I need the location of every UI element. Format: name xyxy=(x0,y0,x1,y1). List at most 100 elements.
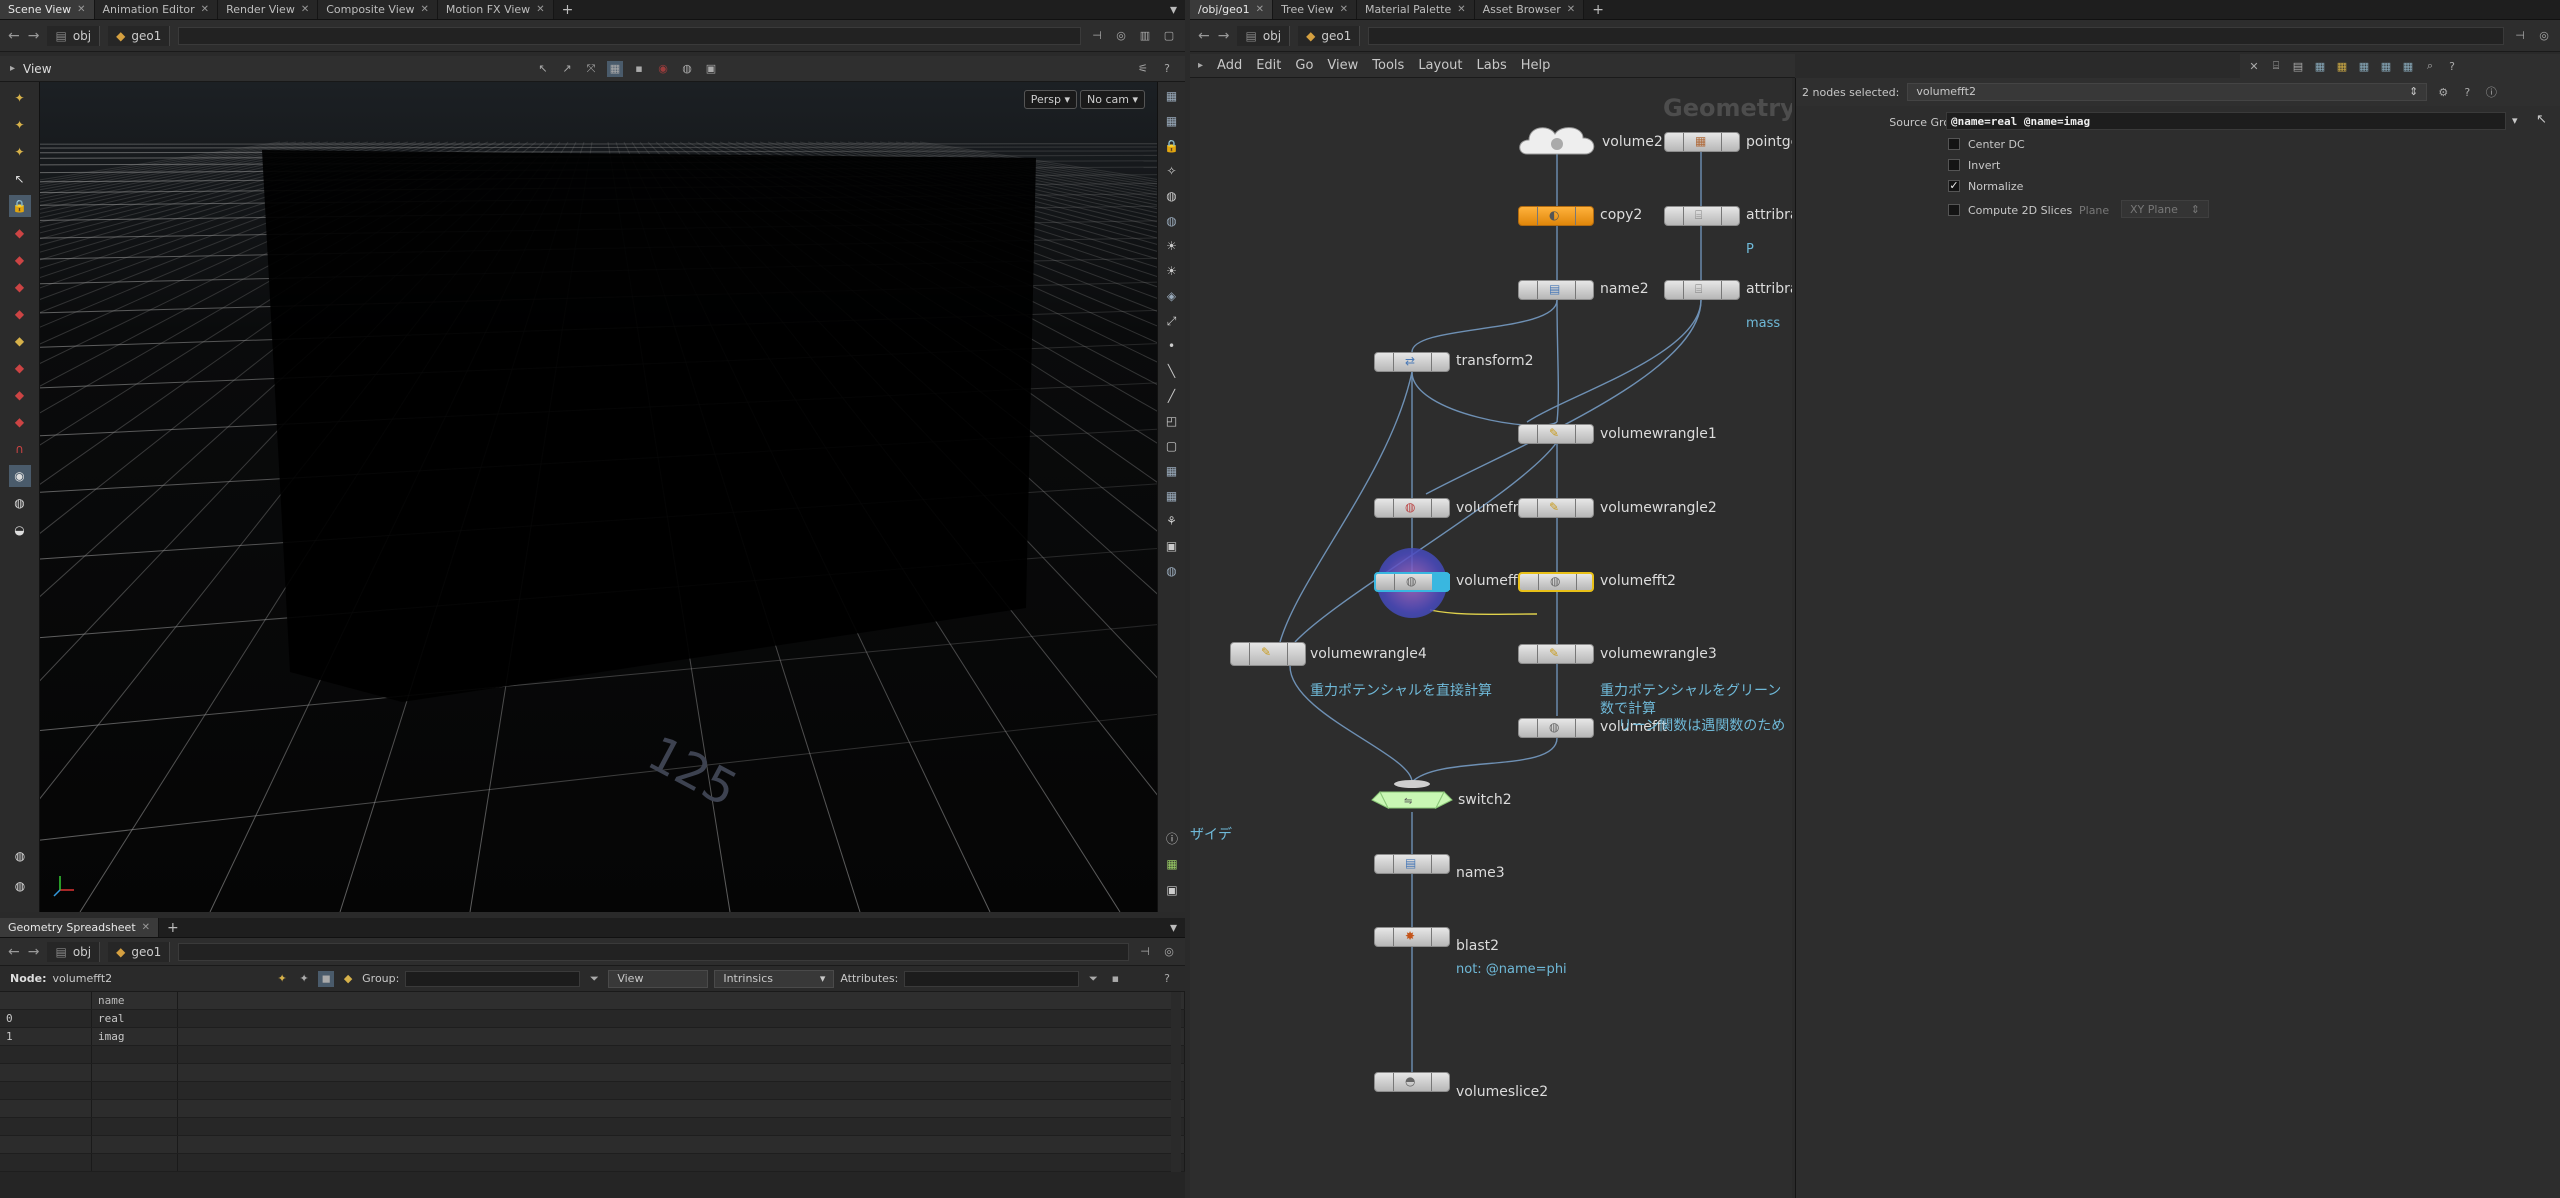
back-arrow-icon[interactable]: ← xyxy=(1198,28,1210,44)
paint-icon[interactable]: ◆ xyxy=(9,249,31,271)
tab-asset-browser[interactable]: Asset Browser ✕ xyxy=(1474,0,1585,19)
node-volumewrangle4[interactable]: ✎ xyxy=(1230,642,1306,666)
tab-obj-geo1[interactable]: /obj/geo1 ✕ xyxy=(1190,0,1274,19)
path-field[interactable] xyxy=(178,26,1081,45)
close-icon[interactable]: ✕ xyxy=(201,4,209,15)
node-attribrandomize2[interactable]: ⌸ xyxy=(1664,280,1740,300)
path-field[interactable] xyxy=(178,942,1129,961)
tree-icon[interactable]: ⌸ xyxy=(2268,58,2284,74)
node-blast2[interactable]: ✸ xyxy=(1374,927,1450,947)
filter-icon[interactable]: ⏷ xyxy=(586,971,602,987)
search-icon[interactable]: ⌕ xyxy=(2422,58,2438,74)
link-icon[interactable]: ◎ xyxy=(2536,28,2552,44)
tab-material-palette[interactable]: Material Palette ✕ xyxy=(1356,0,1475,19)
chevron-down-icon[interactable]: ▾ xyxy=(2512,114,2518,127)
menu-tools[interactable]: Tools xyxy=(1372,58,1404,73)
texture-icon[interactable]: ◈ xyxy=(1161,285,1183,307)
menu-add[interactable]: Add xyxy=(1217,58,1242,73)
pin-icon[interactable]: ⊣ xyxy=(2512,28,2528,44)
node-volumewrangle3[interactable]: ✎ xyxy=(1518,644,1594,664)
breadcrumb-geo1[interactable]: ◆ geo1 xyxy=(1298,25,1361,46)
ghost-icon[interactable]: ▦ xyxy=(1161,460,1183,482)
snapshot-icon[interactable]: ▣ xyxy=(703,61,719,77)
wrench-icon[interactable]: ✕ xyxy=(2246,58,2262,74)
node-switch2[interactable]: ⇋ xyxy=(1370,774,1454,814)
shading-icon[interactable]: ◍ xyxy=(1161,185,1183,207)
node-volumefft3[interactable]: ◍ xyxy=(1518,718,1594,738)
source-group-field[interactable]: @name=real @name=imag xyxy=(1946,112,2506,130)
display-icon[interactable]: ▪ xyxy=(631,61,647,77)
group-field[interactable] xyxy=(405,970,581,987)
network-menu-icon[interactable]: ▸ xyxy=(1198,60,1203,71)
camera-icon[interactable]: ◍ xyxy=(9,875,31,897)
list-icon[interactable]: ▤ xyxy=(2290,58,2306,74)
add-tab-button[interactable]: + xyxy=(1584,0,1612,19)
snapshot-icon[interactable]: ▣ xyxy=(1161,879,1183,901)
menu-help[interactable]: Help xyxy=(1521,58,1551,73)
select-arrow-icon[interactable]: ↖ xyxy=(2536,112,2547,127)
node-name2[interactable]: ▤ xyxy=(1518,280,1594,300)
3d-viewport[interactable]: 125 Persp ▾ No cam ▾ xyxy=(40,82,1157,912)
view-icon[interactable]: ◉ xyxy=(8,465,31,487)
render-icon[interactable]: ◍ xyxy=(9,845,31,867)
tab-render-view[interactable]: Render View ✕ xyxy=(218,0,319,19)
viewport-menu-icon[interactable]: ▸ xyxy=(10,63,15,74)
info-icon[interactable]: ⓘ xyxy=(1161,827,1183,849)
node-pointgenerate[interactable]: ▦ xyxy=(1664,132,1740,152)
point-icon[interactable]: • xyxy=(1161,335,1183,357)
forward-arrow-icon[interactable]: → xyxy=(28,944,40,960)
table-row[interactable]: 1 imag xyxy=(0,1028,1185,1046)
tab-tree-view[interactable]: Tree View ✕ xyxy=(1273,0,1357,19)
display-options-icon[interactable]: ⚟ xyxy=(1135,61,1151,77)
help-icon[interactable]: ? xyxy=(2459,84,2475,100)
close-icon[interactable]: ✕ xyxy=(142,922,150,933)
node-name3[interactable]: ▤ xyxy=(1374,854,1450,874)
pin-icon[interactable]: ⊣ xyxy=(1089,28,1105,44)
camera-menu[interactable]: No cam ▾ xyxy=(1080,90,1145,109)
node-volumefromattrib[interactable]: ◍ xyxy=(1374,498,1450,518)
display-toggle-icon[interactable]: ▦ xyxy=(1161,110,1183,132)
primitives-icon[interactable]: ◼ xyxy=(318,970,335,987)
add-tab-button[interactable]: + xyxy=(554,0,582,19)
grid-snap-icon[interactable]: ▦ xyxy=(607,60,623,77)
camera-icon[interactable]: ◍ xyxy=(679,61,695,77)
move-tool-icon[interactable]: ↗ xyxy=(559,61,575,77)
node-volumewrangle1[interactable]: ✎ xyxy=(1518,424,1594,444)
wire-icon[interactable]: ◍ xyxy=(1161,210,1183,232)
back-arrow-icon[interactable]: ← xyxy=(8,944,20,960)
view-dropdown[interactable]: View xyxy=(608,969,709,988)
table-row[interactable]: 0 real xyxy=(0,1010,1185,1028)
node-volumewrangle2[interactable]: ✎ xyxy=(1518,498,1594,518)
edge-icon[interactable]: ╲ xyxy=(1161,360,1183,382)
arrow-select-icon[interactable]: ↖ xyxy=(9,168,31,190)
snap-point-icon[interactable]: ◆ xyxy=(9,384,31,406)
menu-layout[interactable]: Layout xyxy=(1418,58,1462,73)
close-icon[interactable]: ✕ xyxy=(1340,4,1348,15)
vertical-scrollbar[interactable] xyxy=(1171,992,1181,1172)
measure-icon[interactable]: ◆ xyxy=(9,330,31,352)
shape-icon[interactable]: ▦ xyxy=(2378,58,2394,74)
grid-icon[interactable]: ▦ xyxy=(2312,58,2328,74)
forward-arrow-icon[interactable]: → xyxy=(1218,28,1230,44)
node-volumefft2[interactable]: ◍ xyxy=(1518,572,1594,592)
close-icon[interactable]: ✕ xyxy=(301,4,309,15)
column-header-name[interactable]: name xyxy=(92,992,178,1009)
grid-display-icon[interactable]: ▦ xyxy=(1161,853,1183,875)
link-icon[interactable]: ◎ xyxy=(1113,28,1129,44)
plane-dropdown[interactable]: XY Plane ⇕ xyxy=(2121,200,2209,218)
lock-camera-icon[interactable]: 🔒 xyxy=(1161,135,1183,157)
center-dc-checkbox[interactable] xyxy=(1948,138,1960,150)
invert-checkbox[interactable] xyxy=(1948,159,1960,171)
lightbulb-icon[interactable]: ☀ xyxy=(1161,260,1183,282)
shade-icon[interactable]: ◒ xyxy=(9,519,31,541)
normalize-checkbox[interactable]: ✓ xyxy=(1948,180,1960,192)
help-icon[interactable]: ? xyxy=(1159,971,1175,987)
path-field[interactable] xyxy=(1368,26,2504,45)
face-icon[interactable]: ◰ xyxy=(1161,410,1183,432)
split-pane-icon[interactable]: ▥ xyxy=(1137,28,1153,44)
maximize-pane-icon[interactable]: ▢ xyxy=(1161,28,1177,44)
display-toggle-icon[interactable]: ▦ xyxy=(1161,85,1183,107)
visibility-icon[interactable]: ◍ xyxy=(9,492,31,514)
tab-motion-fx-view[interactable]: Motion FX View ✕ xyxy=(437,0,554,19)
layout-icon[interactable]: ▦ xyxy=(2334,58,2350,74)
